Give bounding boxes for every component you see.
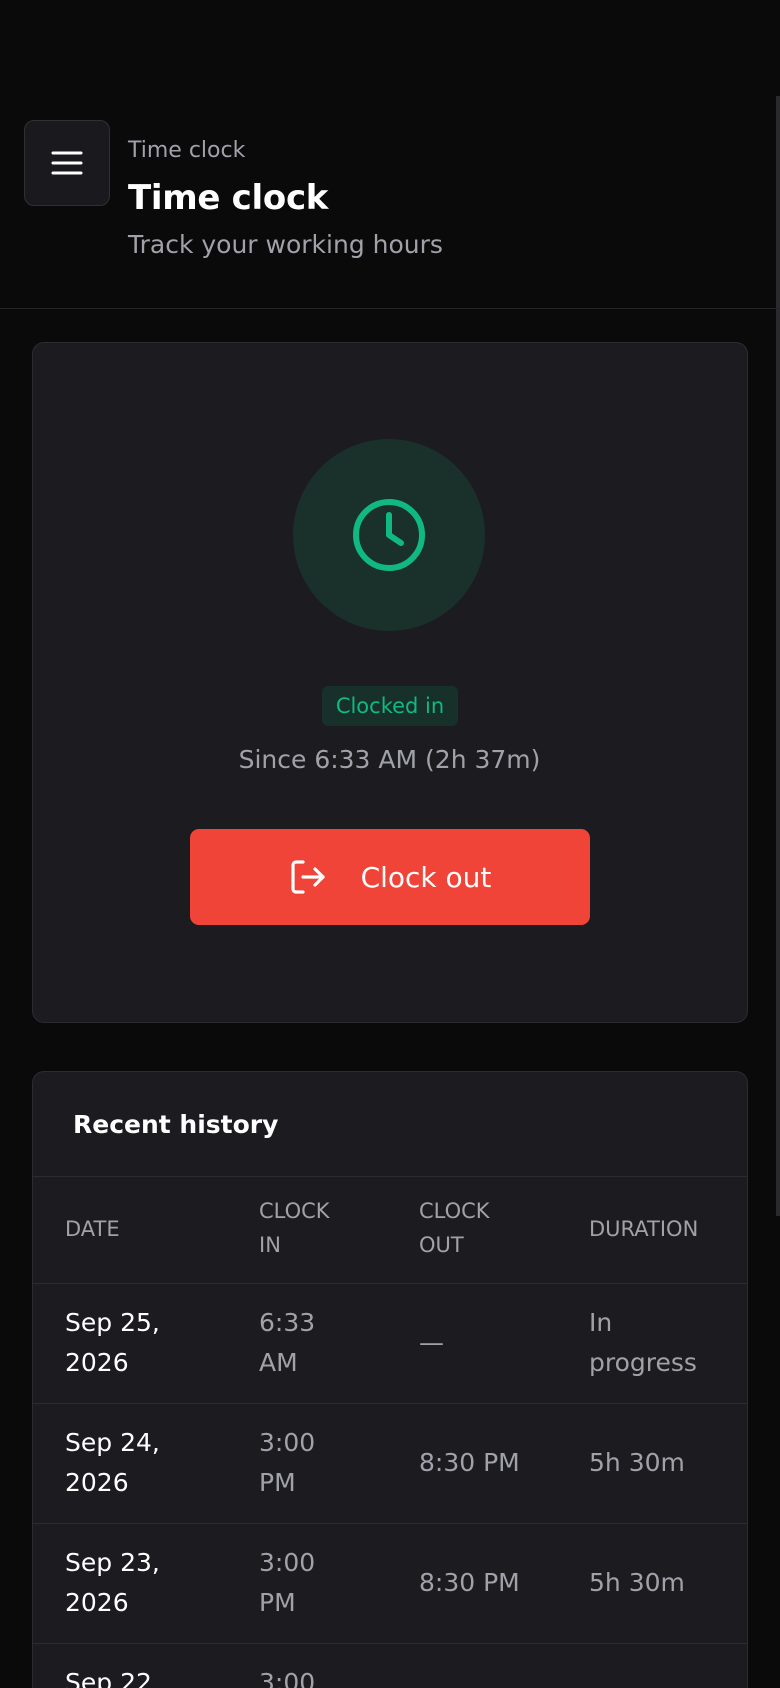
table-row: Sep 25, 2026 6:33 AM — In progress — [33, 1284, 747, 1404]
column-header-duration: DURATION — [589, 1217, 699, 1241]
cell-duration: In progress — [589, 1308, 697, 1377]
clock-out-label: Clock out — [360, 860, 492, 894]
page-title: Time clock — [128, 178, 329, 218]
history-title: Recent history — [73, 1110, 279, 1139]
column-header-date: DATE — [65, 1217, 120, 1241]
table-row: Sep 22, 2026 3:00 PM — [33, 1644, 747, 1688]
logout-icon — [290, 860, 325, 894]
table-row: Sep 24, 2026 3:00 PM 8:30 PM 5h 30m — [33, 1404, 747, 1524]
clock-out-button[interactable]: Clock out — [190, 829, 590, 925]
cell-date: Sep 22, 2026 — [65, 1668, 160, 1688]
cell-clock-out: 8:30 PM — [419, 1448, 520, 1477]
clock-icon — [353, 499, 425, 571]
menu-button[interactable] — [24, 120, 110, 206]
clock-icon-circle — [293, 439, 485, 631]
cell-duration: 5h 30m — [589, 1448, 685, 1477]
table-header: DATE CLOCK IN CLOCK OUT DURATION — [33, 1176, 747, 1284]
cell-date: Sep 25, 2026 — [65, 1308, 160, 1377]
clock-status-card: Clocked in Since 6:33 AM (2h 37m) Clock … — [32, 342, 748, 1023]
cell-clock-in: 3:00 PM — [259, 1668, 316, 1688]
cell-duration: 5h 30m — [589, 1568, 685, 1597]
menu-icon — [51, 151, 83, 175]
cell-date: Sep 24, 2026 — [65, 1428, 160, 1497]
page-subtitle: Track your working hours — [128, 230, 443, 259]
cell-date: Sep 23, 2026 — [65, 1548, 160, 1617]
status-badge: Clocked in — [322, 686, 458, 726]
cell-clock-in: 6:33 AM — [259, 1308, 316, 1377]
column-header-clock-out: CLOCK OUT — [419, 1199, 490, 1257]
cell-clock-in: 3:00 PM — [259, 1548, 316, 1617]
page-header: Time clock Time clock Track your working… — [0, 0, 780, 309]
time-clock-page: Time clock Time clock Track your working… — [0, 0, 780, 1688]
breadcrumb: Time clock — [128, 138, 246, 163]
cell-clock-in: 3:00 PM — [259, 1428, 316, 1497]
cell-clock-out: 8:30 PM — [419, 1568, 520, 1597]
recent-history-card: Recent history DATE CLOCK IN CLOCK OUT D… — [32, 1071, 748, 1688]
cell-clock-out: — — [419, 1328, 444, 1357]
column-header-clock-in: CLOCK IN — [259, 1199, 330, 1257]
table-row: Sep 23, 2026 3:00 PM 8:30 PM 5h 30m — [33, 1524, 747, 1644]
clocked-in-since: Since 6:33 AM (2h 37m) — [238, 745, 541, 774]
